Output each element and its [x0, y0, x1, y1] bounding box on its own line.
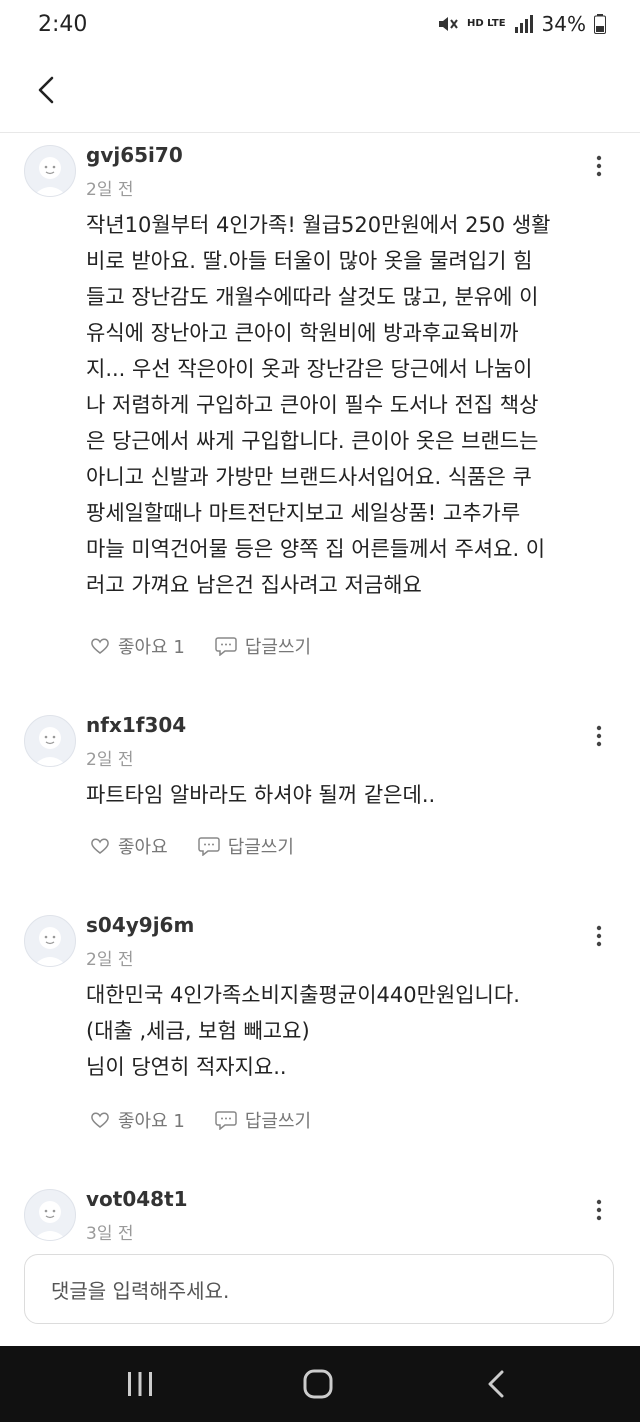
battery-icon — [594, 14, 606, 34]
avatar[interactable] — [24, 145, 76, 197]
more-vertical-icon — [596, 155, 602, 177]
like-label: 좋아요 1 — [118, 1111, 185, 1132]
like-button[interactable]: 좋아요 1 — [90, 1107, 185, 1133]
system-nav-bar — [0, 1346, 640, 1422]
comment-time: 2일 전 — [86, 750, 134, 770]
more-vertical-icon — [596, 725, 602, 747]
heart-icon — [91, 838, 109, 854]
network-type: HD LTE — [467, 18, 506, 29]
comment-item: nfx1f304 2일 전 파트타임 알바라도 하셔야 될꺼 같은데.. 좋아요… — [0, 703, 640, 903]
top-bar — [0, 52, 640, 133]
speech-bubble-icon — [215, 1111, 237, 1130]
like-label: 좋아요 1 — [118, 637, 185, 658]
comment-input-placeholder: 댓글을 입력해주세요. — [51, 1278, 230, 1303]
recents-button[interactable] — [120, 1366, 160, 1402]
more-options-button[interactable] — [584, 151, 614, 181]
like-button[interactable]: 좋아요 — [90, 833, 168, 859]
nav-back-button[interactable] — [478, 1366, 518, 1402]
comment-time: 2일 전 — [86, 950, 134, 970]
comment-text: 작년10월부터 4인가족! 월급520만원에서 250 생활 비로 받아요. 딸… — [86, 213, 551, 597]
reply-label: 답글쓰기 — [244, 637, 312, 658]
battery-percent: 34% — [541, 12, 586, 36]
like-label: 좋아요 — [118, 837, 168, 858]
like-button[interactable]: 좋아요 1 — [90, 633, 185, 659]
reply-label: 답글쓰기 — [244, 1111, 312, 1132]
reply-button[interactable]: 답글쓰기 — [215, 1107, 311, 1133]
comment-text: 대한민국 4인가족소비지출평균이440만원입니다. (대출 ,세금, 보험 빼고… — [86, 983, 520, 1079]
mute-icon — [437, 14, 459, 34]
comment-time: 3일 전 — [86, 1224, 134, 1244]
user-avatar-icon — [33, 727, 67, 766]
comment-item: s04y9j6m 2일 전 대한민국 4인가족소비지출평균이440만원입니다. … — [0, 903, 640, 1177]
signal-icon — [514, 15, 534, 33]
user-avatar-icon — [33, 927, 67, 966]
reply-button[interactable]: 답글쓰기 — [197, 833, 294, 859]
recents-icon — [128, 1372, 152, 1396]
speech-bubble-icon — [215, 637, 237, 656]
more-options-button[interactable] — [584, 921, 614, 951]
comment-time: 2일 전 — [86, 180, 134, 200]
speech-bubble-icon — [197, 837, 220, 856]
more-options-button[interactable] — [584, 721, 614, 751]
more-vertical-icon — [596, 1199, 602, 1221]
reply-label: 답글쓰기 — [227, 837, 294, 858]
chevron-left-icon — [38, 76, 54, 104]
comment-text: 파트타임 알바라도 하셔야 될꺼 같은데.. — [86, 783, 436, 807]
more-vertical-icon — [596, 925, 602, 947]
home-button[interactable] — [298, 1366, 338, 1402]
comment-actions: 좋아요 1 답글쓰기 — [90, 1107, 311, 1133]
back-icon — [488, 1370, 504, 1398]
user-avatar-icon — [33, 1201, 67, 1240]
status-bar: 2:40 HD LTE 34% — [0, 0, 640, 52]
heart-icon — [91, 638, 109, 654]
comment-input[interactable]: 댓글을 입력해주세요. — [24, 1254, 614, 1324]
home-icon — [303, 1369, 333, 1399]
comment-username[interactable]: nfx1f304 — [86, 713, 186, 737]
comment-item: gvj65i70 2일 전 작년10월부터 4인가족! 월급520만원에서 25… — [0, 133, 640, 703]
reply-button[interactable]: 답글쓰기 — [215, 633, 311, 659]
avatar[interactable] — [24, 1189, 76, 1241]
user-avatar-icon — [33, 157, 67, 196]
heart-icon — [91, 1112, 109, 1128]
comment-list: gvj65i70 2일 전 작년10월부터 4인가족! 월급520만원에서 25… — [0, 133, 640, 1297]
comment-username[interactable]: s04y9j6m — [86, 913, 194, 937]
more-options-button[interactable] — [584, 1195, 614, 1225]
comment-username[interactable]: vot048t1 — [86, 1187, 188, 1211]
avatar[interactable] — [24, 715, 76, 767]
comment-username[interactable]: gvj65i70 — [86, 143, 183, 167]
avatar[interactable] — [24, 915, 76, 967]
status-time: 2:40 — [38, 12, 88, 37]
comment-actions: 좋아요 1 답글쓰기 — [90, 633, 311, 659]
comment-actions: 좋아요 답글쓰기 — [90, 833, 294, 859]
back-button[interactable] — [28, 70, 68, 110]
status-icons: HD LTE 34% — [437, 12, 606, 36]
